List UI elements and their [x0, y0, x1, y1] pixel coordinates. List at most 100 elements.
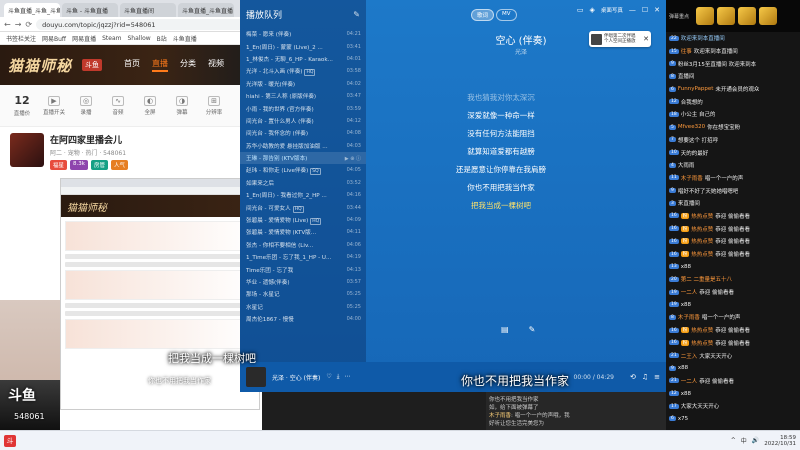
song-artist[interactable]: 光泽: [376, 47, 666, 56]
chat-nickname[interactable]: 一二人: [681, 288, 698, 296]
tool-fullscreen[interactable]: ◐ 全屏: [138, 95, 162, 116]
queue-item[interactable]: 间光台 - 置什么男人 (伴奏) 04:12: [240, 115, 366, 127]
chat-nickname[interactable]: 木子雨香: [681, 174, 703, 182]
tool-audio[interactable]: ∿ 音频: [106, 95, 130, 116]
queue-item[interactable]: 1_林俊杰 - 无聊_6_HP - Karaok... 04:01: [240, 53, 366, 65]
nav-category[interactable]: 分类: [180, 58, 196, 72]
chat-message[interactable]: 18 小公主 自己的: [666, 108, 800, 121]
queue-item[interactable]: 张碧晨 - 爱情爱物 (KTV版... 04:11: [240, 226, 366, 238]
site-logo[interactable]: 猫猫师秘: [8, 55, 72, 76]
chat-message[interactable]: 12 x88: [666, 387, 800, 400]
nav-video[interactable]: 视频: [208, 58, 224, 72]
chat-nickname[interactable]: 热热点赞: [691, 225, 713, 233]
lyric-line[interactable]: 没有任何方法能阻挡: [467, 128, 535, 139]
chat-message[interactable]: 10 天的的最好: [666, 146, 800, 159]
lyric-poster-icon[interactable]: ▤: [501, 325, 509, 334]
chat-message[interactable]: 21 二王入 大家天天开心: [666, 349, 800, 362]
lyric-line[interactable]: 我也猜我对你太深沉: [467, 92, 535, 103]
bookmark-item[interactable]: B站: [157, 34, 167, 43]
queue-item[interactable]: 间光台 - 可爱女人 HQ 03:44: [240, 201, 366, 213]
browser-tab[interactable]: 斗鱼直播_斗鱼直播: [178, 3, 234, 17]
download-icon[interactable]: ⤓: [337, 373, 340, 381]
loop-icon[interactable]: ⟲: [630, 373, 636, 381]
chat-message[interactable]: 12 合我想的: [666, 95, 800, 108]
queue-item[interactable]: 1_Time乐团 - 忘了我_1_HP - U... 04:19: [240, 251, 366, 263]
queue-item[interactable]: 光洋版 - 暖光(伴奏) 04:02: [240, 78, 366, 90]
close-icon[interactable]: ✕: [654, 6, 660, 14]
floating-mini-widget[interactable]: 伴唱第二次伴唱 个人空间正播放 ✕: [589, 31, 651, 47]
chat-message[interactable]: 20 第二 二重量是五十八: [666, 273, 800, 286]
lyric-line[interactable]: 就算知道爱都有越膀: [467, 146, 535, 157]
queue-item-playing[interactable]: 王琳 - 那告别 (KTV版本) ▶ ⊕ ⓘ: [240, 151, 366, 165]
streamer-avatar[interactable]: [10, 133, 44, 167]
queue-item[interactable]: hiahi - 第三人称 (原版伴奏) 03:47: [240, 90, 366, 102]
tray-expand-icon[interactable]: ^: [731, 437, 736, 444]
queue-item[interactable]: 赵玮 - 和你走 (Live伴奏) SQ 04:05: [240, 164, 366, 176]
album-cover[interactable]: [246, 367, 266, 387]
queue-item[interactable]: 如果来之后 03:52: [240, 177, 366, 189]
chat-message[interactable]: 13 x88: [666, 260, 800, 273]
lyric-line[interactable]: 你也不用把我当作家: [467, 182, 535, 193]
tool-live-toggle[interactable]: ▶ 直播开关: [42, 95, 66, 116]
browser-tab[interactable]: 斗鱼直播间: [120, 3, 176, 17]
forward-icon[interactable]: →: [15, 20, 22, 29]
chat-nickname[interactable]: 热热点赞: [691, 212, 713, 220]
chat-message[interactable]: 7 想要这个 打招呼: [666, 134, 800, 147]
clock[interactable]: 18:59 2022/10/31: [764, 435, 796, 447]
lyric-edit-icon[interactable]: ✎: [529, 325, 536, 334]
bookmark-item[interactable]: 网易直播: [72, 34, 96, 43]
chat-nickname[interactable]: FunnyPappet: [678, 86, 714, 92]
queue-item[interactable]: 光洋 - 北斗入画 (伴奏) HQ 03:58: [240, 65, 366, 77]
input-method-icon[interactable]: 中: [741, 436, 747, 445]
chat-message[interactable]: 9 唱好不好了天她她唱嗯吧: [666, 184, 800, 197]
edit-icon[interactable]: ✎: [353, 10, 360, 19]
chat-message[interactable]: 21 一二人 恭迎 偷偷看看: [666, 375, 800, 388]
reload-icon[interactable]: ⟳: [25, 20, 32, 29]
queue-item[interactable]: Time乐团 - 忘了我 04:13: [240, 263, 366, 275]
bookmark-item[interactable]: 斗鱼直播: [173, 34, 197, 43]
queue-item[interactable]: 梅菜 - 愿来 (伴奏) 04:21: [240, 28, 366, 40]
like-icon[interactable]: ♡: [326, 373, 331, 381]
close-icon[interactable]: ✕: [643, 35, 649, 43]
desktop-photo-label[interactable]: 桌面写真: [601, 6, 623, 14]
queue-item[interactable]: 张碧晨 - 爱情爱物 (Live) HQ 04:09: [240, 214, 366, 226]
tool-resolution[interactable]: ⊞ 分辨率: [202, 95, 226, 116]
tab-lyrics[interactable]: 歌词: [471, 9, 495, 21]
gift-icon[interactable]: [759, 7, 777, 25]
chat-message[interactable]: 5 Mfvee320 你在想宝宝粉: [666, 121, 800, 134]
lyric-line-current[interactable]: 把我当成一棵树吧: [471, 200, 531, 211]
mini-mode-icon[interactable]: ▭: [577, 6, 584, 14]
bookmark-item[interactable]: 书签栏关注: [6, 34, 36, 43]
chat-message[interactable]: 16 粉热热点赞 恭迎 偷偷看看: [666, 324, 800, 337]
playlist-icon[interactable]: ≡: [654, 373, 660, 381]
maximize-icon[interactable]: ☐: [642, 6, 648, 14]
chat-message[interactable]: 8 直播间: [666, 70, 800, 83]
gift-icon[interactable]: [696, 7, 714, 25]
bookmark-item[interactable]: Shallow: [127, 35, 150, 42]
chat-nickname[interactable]: 第二 二重量是五十八: [681, 275, 732, 283]
queue-item[interactable]: 华业 - 遗憾(伴奏) 03:57: [240, 276, 366, 288]
lyric-line[interactable]: 深爱就像一种命一样: [467, 110, 535, 121]
bookmark-item[interactable]: Steam: [102, 35, 121, 42]
nav-home[interactable]: 首页: [124, 58, 140, 72]
chat-nickname[interactable]: 一二人: [681, 377, 698, 385]
chat-message[interactable]: 22 欢迎来到本直播间: [666, 32, 800, 45]
chat-nickname[interactable]: Mfvee320: [678, 124, 705, 130]
chat-nickname[interactable]: 往事: [681, 47, 692, 55]
queue-item[interactable]: 1_En(周日) - 我看过你_2_HP ... 04:16: [240, 189, 366, 201]
more-icon[interactable]: ⋯: [344, 373, 350, 381]
chat-message[interactable]: 9 x88: [666, 362, 800, 375]
skin-icon[interactable]: ◈: [589, 6, 594, 14]
back-icon[interactable]: ←: [4, 20, 11, 29]
volume-icon[interactable]: 🔊: [752, 437, 759, 444]
queue-item[interactable]: 苏华小助教的爱 悬挂版加油版 ... 04:03: [240, 140, 366, 152]
bookmark-item[interactable]: 网易Buff: [42, 34, 66, 43]
chat-message[interactable]: 6 FunnyPappet 未开通会员的观众: [666, 83, 800, 96]
chat-message[interactable]: 16 粉热热点赞 恭迎 偷偷看看: [666, 222, 800, 235]
tool-price[interactable]: 12 直播价: [10, 94, 34, 117]
queue-item[interactable]: 那场 - 水星记 05:25: [240, 288, 366, 300]
address-input[interactable]: douyu.com/topic/jqzzj?rid=548061: [36, 18, 258, 30]
chat-message[interactable]: 8 木子雨香 唱一个一户的声: [666, 311, 800, 324]
queue-item[interactable]: 小雨 - 我的世界 (官方伴奏) 03:59: [240, 102, 366, 114]
chat-message[interactable]: 19 一二人 恭迎 偷偷看看: [666, 286, 800, 299]
